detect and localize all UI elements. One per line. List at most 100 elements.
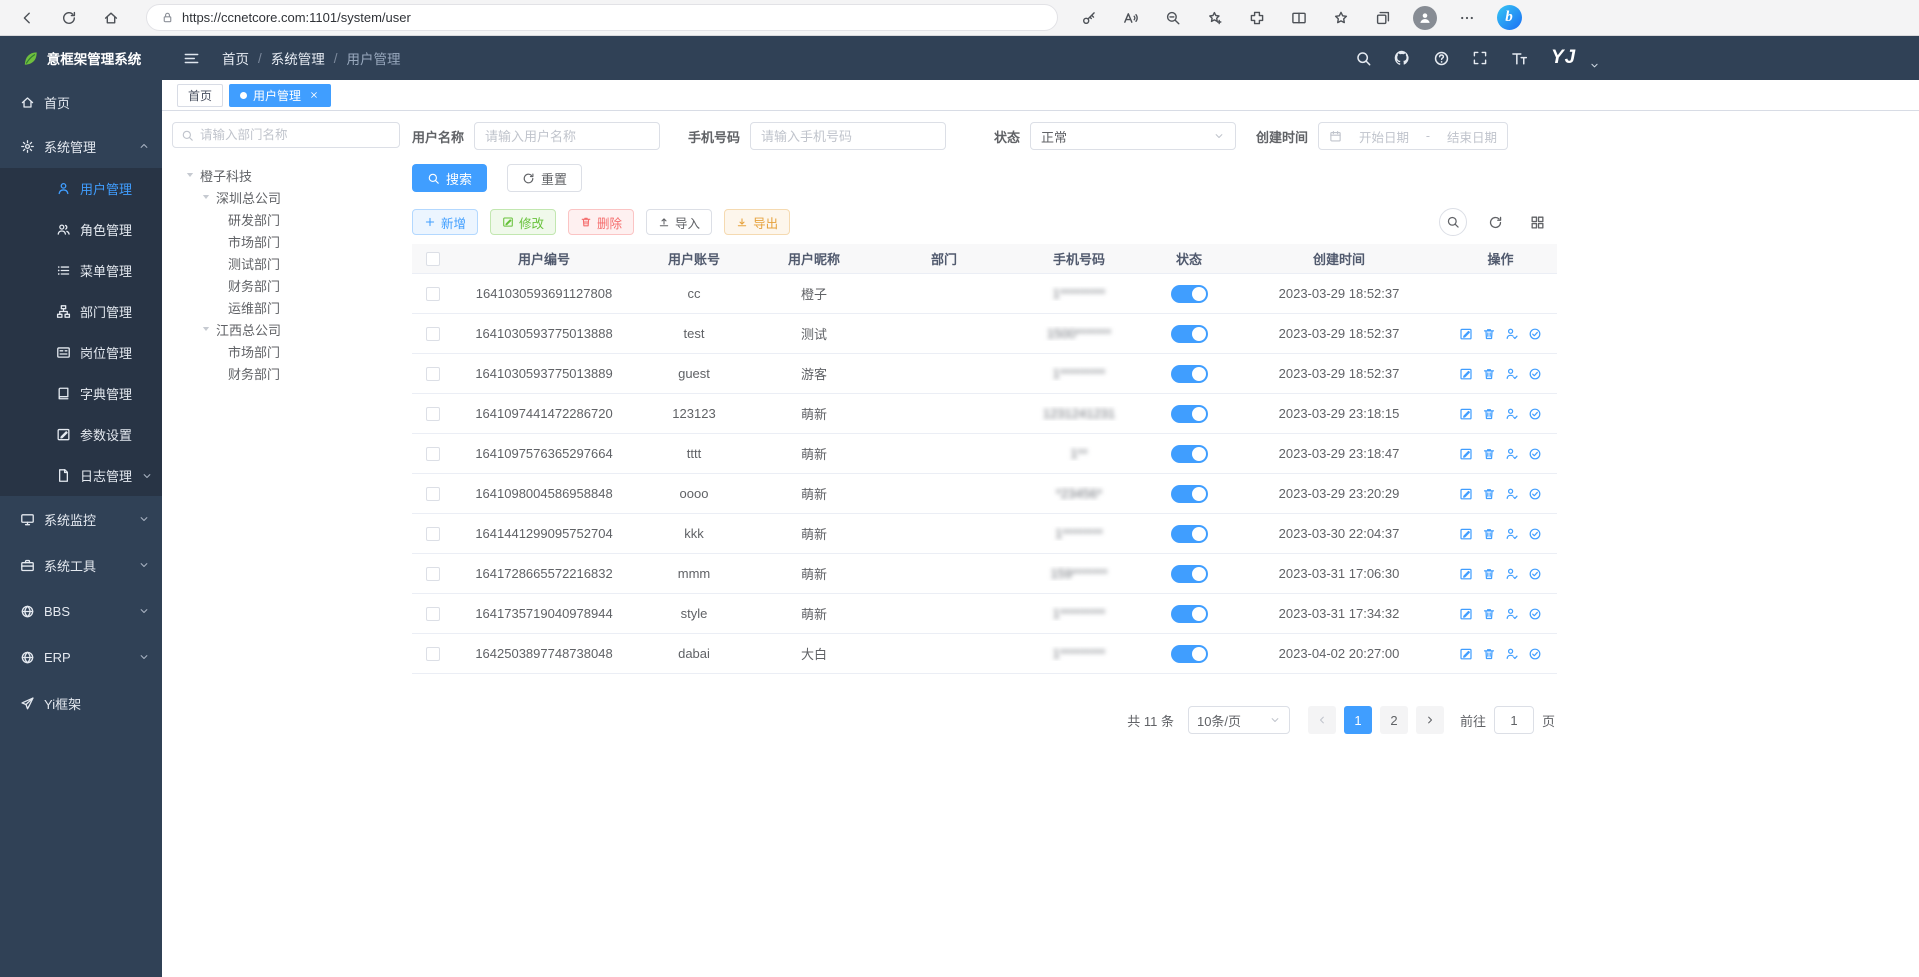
phone-input[interactable]: [750, 122, 946, 150]
sidebar-item-user-mgmt[interactable]: 用户管理: [0, 168, 162, 209]
delete-button[interactable]: [1482, 567, 1496, 581]
sidebar-item-yi-framework[interactable]: Yi框架: [0, 680, 162, 726]
sidebar-item-erp[interactable]: ERP: [0, 634, 162, 680]
status-select[interactable]: 正常: [1030, 122, 1236, 150]
table-layout-button[interactable]: [1523, 208, 1551, 236]
prev-page-button[interactable]: [1308, 706, 1336, 734]
reset-password-button[interactable]: [1505, 447, 1519, 461]
delete-button[interactable]: [1482, 647, 1496, 661]
assign-role-button[interactable]: [1528, 647, 1542, 661]
tree-node[interactable]: 研发部门: [172, 208, 400, 230]
tree-node[interactable]: 财务部门: [172, 362, 400, 384]
fullscreen-button[interactable]: [1467, 45, 1493, 71]
tree-node[interactable]: 测试部门: [172, 252, 400, 274]
sidebar-collapse-button[interactable]: [178, 45, 204, 71]
status-toggle[interactable]: [1171, 285, 1208, 303]
tree-node[interactable]: 江西总公司: [172, 318, 400, 340]
status-toggle[interactable]: [1171, 445, 1208, 463]
breadcrumb-system[interactable]: 系统管理: [271, 48, 325, 68]
favorites-button[interactable]: [1326, 3, 1356, 33]
row-checkbox[interactable]: [426, 447, 440, 461]
status-toggle[interactable]: [1171, 525, 1208, 543]
page-button-2[interactable]: 2: [1380, 706, 1408, 734]
sidebar-item-dept-mgmt[interactable]: 部门管理: [0, 291, 162, 332]
assign-role-button[interactable]: [1528, 607, 1542, 621]
assign-role-button[interactable]: [1528, 447, 1542, 461]
row-checkbox[interactable]: [426, 567, 440, 581]
caret-down-icon[interactable]: [200, 191, 216, 203]
edit-button[interactable]: [1459, 487, 1473, 501]
sidebar-item-dict-mgmt[interactable]: 字典管理: [0, 373, 162, 414]
edit-button[interactable]: [1459, 567, 1473, 581]
user-logo[interactable]: YJ: [1551, 47, 1576, 69]
sidebar-item-param-settings[interactable]: 参数设置: [0, 414, 162, 455]
reset-password-button[interactable]: [1505, 647, 1519, 661]
reset-button[interactable]: 重置: [507, 164, 582, 192]
delete-button[interactable]: [1482, 367, 1496, 381]
select-all-checkbox[interactable]: [426, 252, 440, 266]
tree-node[interactable]: 橙子科技: [172, 164, 400, 186]
reset-password-button[interactable]: [1505, 487, 1519, 501]
tree-node[interactable]: 深圳总公司: [172, 186, 400, 208]
delete-button[interactable]: 删除: [568, 209, 634, 235]
add-button[interactable]: 新增: [412, 209, 478, 235]
sidebar-item-bbs[interactable]: BBS: [0, 588, 162, 634]
row-checkbox[interactable]: [426, 527, 440, 541]
search-button[interactable]: 搜索: [412, 164, 487, 192]
date-range-picker[interactable]: 开始日期 - 结束日期: [1318, 122, 1508, 150]
status-toggle[interactable]: [1171, 325, 1208, 343]
status-toggle[interactable]: [1171, 485, 1208, 503]
assign-role-button[interactable]: [1528, 327, 1542, 341]
status-toggle[interactable]: [1171, 605, 1208, 623]
browser-home-button[interactable]: [96, 3, 126, 33]
delete-button[interactable]: [1482, 407, 1496, 421]
goto-page-input[interactable]: [1494, 706, 1534, 734]
font-size-button[interactable]: [1506, 45, 1532, 71]
reset-password-button[interactable]: [1505, 527, 1519, 541]
page-button-1[interactable]: 1: [1344, 706, 1372, 734]
header-search-button[interactable]: [1350, 45, 1376, 71]
delete-button[interactable]: [1482, 327, 1496, 341]
assign-role-button[interactable]: [1528, 487, 1542, 501]
import-button[interactable]: 导入: [646, 209, 712, 235]
reset-password-button[interactable]: [1505, 327, 1519, 341]
password-key-button[interactable]: [1074, 3, 1104, 33]
assign-role-button[interactable]: [1528, 367, 1542, 381]
browser-profile-button[interactable]: [1410, 3, 1440, 33]
assign-role-button[interactable]: [1528, 527, 1542, 541]
edit-button[interactable]: [1459, 367, 1473, 381]
edit-button[interactable]: [1459, 607, 1473, 621]
status-toggle[interactable]: [1171, 565, 1208, 583]
tab-user-management[interactable]: 用户管理: [229, 84, 331, 107]
edit-button[interactable]: [1459, 407, 1473, 421]
github-button[interactable]: [1389, 45, 1415, 71]
page-size-select[interactable]: 10条/页: [1188, 706, 1290, 734]
browser-back-button[interactable]: [12, 3, 42, 33]
sidebar-item-role-mgmt[interactable]: 角色管理: [0, 209, 162, 250]
row-checkbox[interactable]: [426, 367, 440, 381]
caret-down-icon[interactable]: [200, 323, 216, 335]
reset-password-button[interactable]: [1505, 407, 1519, 421]
edit-button[interactable]: [1459, 527, 1473, 541]
browser-copilot-button[interactable]: b: [1494, 3, 1524, 33]
zoom-button[interactable]: [1158, 3, 1188, 33]
tree-node[interactable]: 运维部门: [172, 296, 400, 318]
tree-node[interactable]: 市场部门: [172, 230, 400, 252]
username-input[interactable]: [474, 122, 660, 150]
reset-password-button[interactable]: [1505, 567, 1519, 581]
sidebar-item-home[interactable]: 首页: [0, 80, 162, 124]
delete-button[interactable]: [1482, 487, 1496, 501]
sidebar-item-sys-monitor[interactable]: 系统监控: [0, 496, 162, 542]
delete-button[interactable]: [1482, 447, 1496, 461]
row-checkbox[interactable]: [426, 647, 440, 661]
delete-button[interactable]: [1482, 527, 1496, 541]
add-favorite-button[interactable]: [1200, 3, 1230, 33]
sidebar-item-menu-mgmt[interactable]: 菜单管理: [0, 250, 162, 291]
tab-home[interactable]: 首页: [177, 84, 223, 107]
sidebar-item-system-mgmt[interactable]: 系统管理: [0, 124, 162, 168]
sidebar-item-sys-tools[interactable]: 系统工具: [0, 542, 162, 588]
tree-node[interactable]: 财务部门: [172, 274, 400, 296]
sidebar-item-log-mgmt[interactable]: 日志管理: [0, 455, 162, 496]
assign-role-button[interactable]: [1528, 567, 1542, 581]
tree-node[interactable]: 市场部门: [172, 340, 400, 362]
